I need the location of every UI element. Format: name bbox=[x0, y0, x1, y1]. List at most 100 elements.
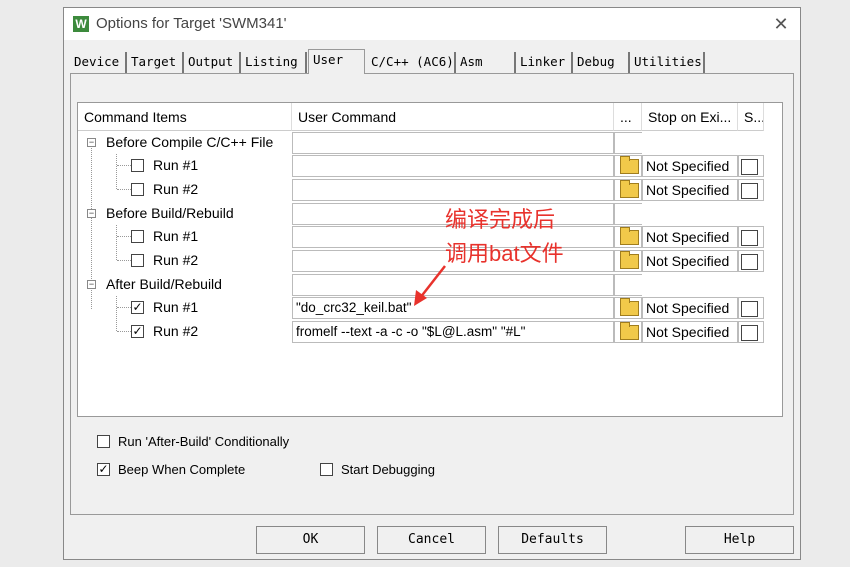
table-row: Run #2 Not Specified bbox=[78, 178, 782, 201]
window-title: Options for Target 'SWM341' bbox=[96, 15, 287, 32]
ok-button[interactable]: OK bbox=[256, 526, 365, 554]
group-command-cell bbox=[292, 132, 614, 154]
header-command-items[interactable]: Command Items bbox=[78, 103, 292, 131]
run-checkbox[interactable] bbox=[131, 159, 144, 172]
run-checkbox-checked[interactable]: ✓ bbox=[131, 325, 144, 338]
help-button[interactable]: Help bbox=[685, 526, 794, 554]
empty-cell bbox=[614, 203, 642, 225]
browse-cell[interactable] bbox=[614, 297, 642, 319]
s-checkbox[interactable] bbox=[741, 325, 758, 341]
group-label: After Build/Rebuild bbox=[106, 276, 222, 292]
run-label: Run #2 bbox=[153, 252, 199, 268]
s-checkbox[interactable] bbox=[741, 230, 758, 246]
tree-line bbox=[117, 189, 131, 190]
tab-linker[interactable]: Linker bbox=[516, 52, 573, 74]
s-checkbox[interactable] bbox=[741, 301, 758, 317]
s-cell[interactable] bbox=[738, 250, 764, 272]
run-checkbox[interactable] bbox=[131, 254, 144, 267]
run-checkbox[interactable] bbox=[131, 230, 144, 243]
collapse-icon[interactable]: − bbox=[87, 138, 96, 147]
tree-line bbox=[117, 307, 131, 308]
annotation-line-1: 编译完成后 bbox=[445, 207, 556, 232]
browse-cell[interactable] bbox=[614, 321, 642, 343]
tab-output[interactable]: Output bbox=[184, 52, 241, 74]
tab-target[interactable]: Target bbox=[127, 52, 184, 74]
title-bar: W Options for Target 'SWM341' ✕ bbox=[64, 8, 800, 40]
collapse-icon[interactable]: − bbox=[87, 280, 96, 289]
stop-on-exit-select[interactable]: Not Specified bbox=[642, 297, 738, 319]
run-label: Run #1 bbox=[153, 157, 199, 173]
header-stop-on-exit[interactable]: Stop on Exi... bbox=[642, 103, 738, 131]
defaults-button[interactable]: Defaults bbox=[498, 526, 607, 554]
tree-line bbox=[117, 331, 131, 332]
start-debugging-checkbox[interactable] bbox=[320, 463, 333, 476]
stop-on-exit-select[interactable]: Not Specified bbox=[642, 155, 738, 177]
browse-cell[interactable] bbox=[614, 226, 642, 248]
run-after-build-checkbox[interactable] bbox=[97, 435, 110, 448]
annotation-arrow-icon bbox=[414, 265, 446, 306]
beep-checkbox[interactable]: ✓ bbox=[97, 463, 110, 476]
keil-app-icon: W bbox=[73, 16, 89, 32]
user-command-field[interactable]: fromelf --text -a -c -o "$L@L.asm" "#L" bbox=[292, 321, 614, 343]
run-label: Run #2 bbox=[153, 323, 199, 339]
cancel-button[interactable]: Cancel bbox=[377, 526, 486, 554]
header-user-command[interactable]: User Command bbox=[292, 103, 614, 131]
tree-line bbox=[117, 260, 131, 261]
s-checkbox[interactable] bbox=[741, 183, 758, 199]
beep-label: Beep When Complete bbox=[118, 462, 246, 477]
browse-cell[interactable] bbox=[614, 155, 642, 177]
tree-line bbox=[117, 236, 131, 237]
command-grid: Command Items User Command ... Stop on E… bbox=[77, 102, 783, 417]
tree-line bbox=[117, 165, 131, 166]
run-label: Run #1 bbox=[153, 228, 199, 244]
annotation-line-2: 调用bat文件 bbox=[445, 241, 564, 266]
group-label: Before Compile C/C++ File bbox=[106, 134, 274, 150]
empty-cell bbox=[614, 274, 642, 296]
tab-device[interactable]: Device bbox=[70, 52, 127, 74]
folder-icon[interactable] bbox=[620, 322, 639, 340]
header-browse[interactable]: ... bbox=[614, 103, 642, 131]
table-row: Run #1 Not Specified bbox=[78, 154, 782, 177]
empty-cell bbox=[614, 132, 642, 154]
stop-on-exit-select[interactable]: Not Specified bbox=[642, 226, 738, 248]
group-label: Before Build/Rebuild bbox=[106, 205, 234, 221]
run-label: Run #1 bbox=[153, 299, 199, 315]
stop-on-exit-select[interactable]: Not Specified bbox=[642, 321, 738, 343]
s-checkbox[interactable] bbox=[741, 159, 758, 175]
folder-icon[interactable] bbox=[620, 298, 639, 316]
stop-on-exit-select[interactable]: Not Specified bbox=[642, 250, 738, 272]
s-cell[interactable] bbox=[738, 321, 764, 343]
close-icon[interactable]: ✕ bbox=[770, 13, 792, 35]
group-row-before-compile[interactable]: − Before Compile C/C++ File bbox=[78, 131, 782, 154]
tab-utilities[interactable]: Utilities bbox=[630, 52, 705, 74]
folder-icon[interactable] bbox=[620, 180, 639, 198]
tab-debug[interactable]: Debug bbox=[573, 52, 630, 74]
tab-listing[interactable]: Listing bbox=[241, 52, 307, 74]
browse-cell[interactable] bbox=[614, 250, 642, 272]
s-checkbox[interactable] bbox=[741, 254, 758, 270]
table-row: Run #1 Not Specified bbox=[78, 225, 782, 248]
folder-icon[interactable] bbox=[620, 156, 639, 174]
stop-on-exit-select[interactable]: Not Specified bbox=[642, 179, 738, 201]
browse-cell[interactable] bbox=[614, 179, 642, 201]
run-label: Run #2 bbox=[153, 181, 199, 197]
start-debugging-label: Start Debugging bbox=[341, 462, 435, 477]
tab-asm[interactable]: Asm bbox=[456, 52, 516, 74]
user-command-field[interactable] bbox=[292, 179, 614, 201]
tab-user[interactable]: User bbox=[308, 49, 365, 74]
run-checkbox-checked[interactable]: ✓ bbox=[131, 301, 144, 314]
s-cell[interactable] bbox=[738, 297, 764, 319]
s-cell[interactable] bbox=[738, 179, 764, 201]
user-command-field[interactable] bbox=[292, 155, 614, 177]
tab-cpp-ac6[interactable]: C/C++ (AC6) bbox=[367, 52, 456, 74]
table-row: ✓ Run #2 fromelf --text -a -c -o "$L@L.a… bbox=[78, 320, 782, 343]
group-row-before-build[interactable]: − Before Build/Rebuild bbox=[78, 202, 782, 225]
header-s[interactable]: S... bbox=[738, 103, 764, 131]
s-cell[interactable] bbox=[738, 155, 764, 177]
run-checkbox[interactable] bbox=[131, 183, 144, 196]
folder-icon[interactable] bbox=[620, 251, 639, 269]
s-cell[interactable] bbox=[738, 226, 764, 248]
run-after-build-label: Run 'After-Build' Conditionally bbox=[118, 434, 290, 449]
collapse-icon[interactable]: − bbox=[87, 209, 96, 218]
folder-icon[interactable] bbox=[620, 227, 639, 245]
